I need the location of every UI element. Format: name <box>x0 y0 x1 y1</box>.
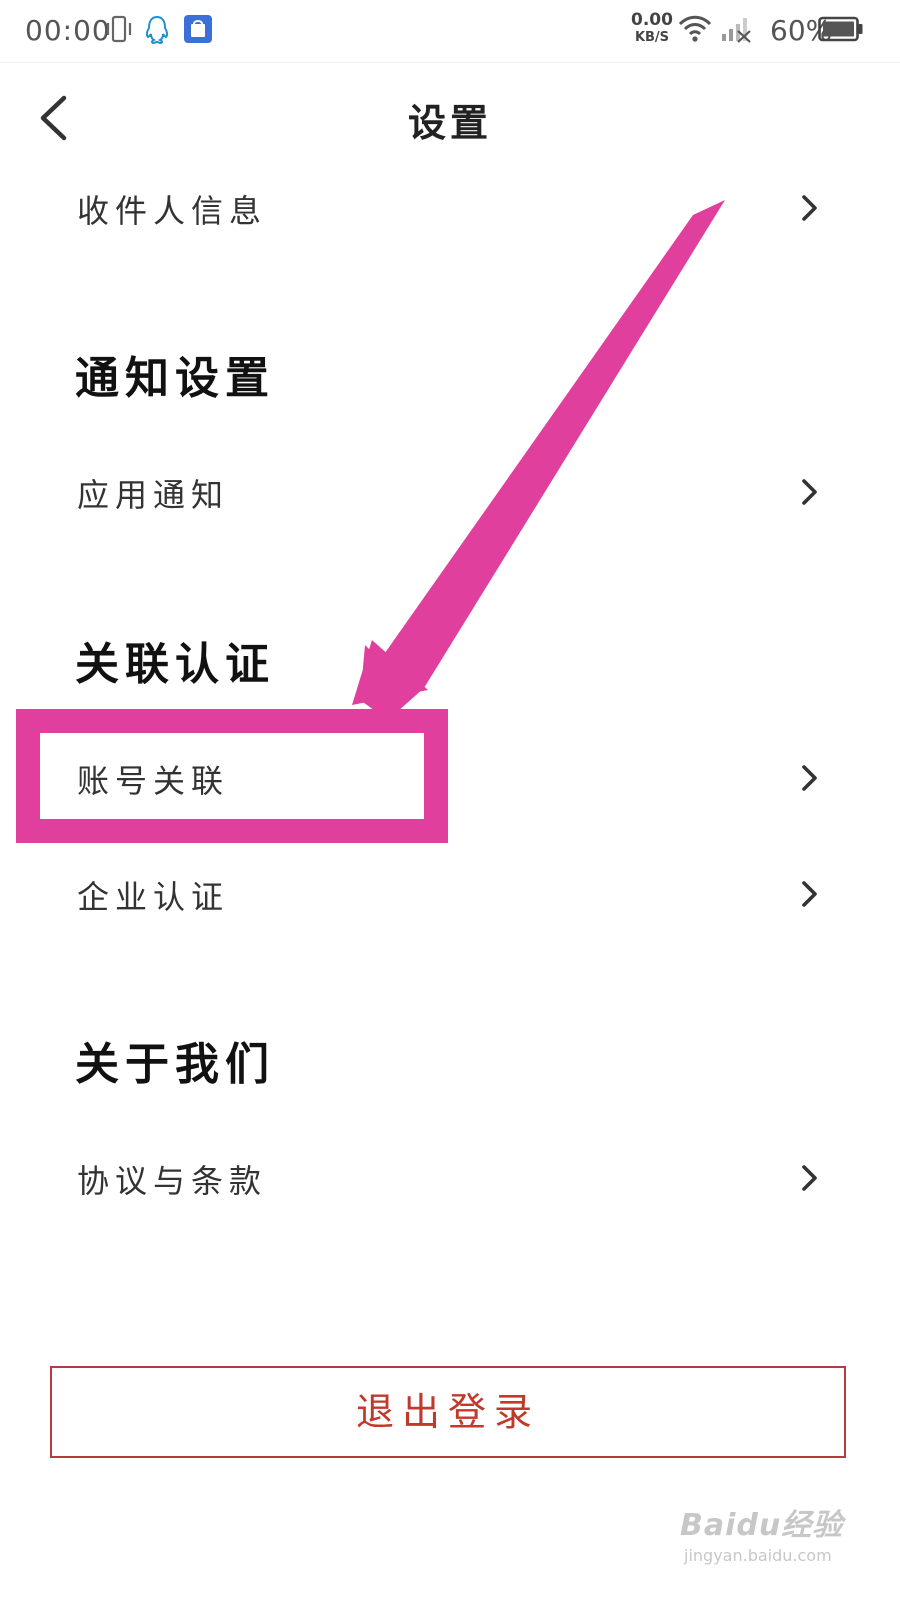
chevron-right-icon <box>802 881 817 907</box>
qq-icon <box>142 14 172 50</box>
page-title: 设置 <box>407 101 492 145</box>
net-speed-unit: KB/S <box>634 30 670 45</box>
watermark-url: jingyan.baidu.com <box>684 1546 832 1565</box>
shopping-bag-icon <box>183 14 213 48</box>
row-label: 账号关联 <box>77 762 230 800</box>
chevron-right-icon <box>802 479 817 505</box>
chevron-right-icon <box>802 765 817 791</box>
vibrate-icon <box>105 14 133 48</box>
wifi-icon <box>678 14 712 48</box>
header: 设置 <box>0 62 900 172</box>
watermark: Baidu经验 jingyan.baidu.com <box>680 1500 870 1580</box>
row-label: 企业认证 <box>77 878 230 916</box>
row-receiver-info[interactable]: 收件人信息 <box>0 172 900 242</box>
status-bar: 00:00 0.00 KB/S 60% <box>0 0 900 63</box>
section-title-about: 关于我们 <box>75 1039 275 1090</box>
chevron-right-icon <box>802 195 817 221</box>
battery-icon <box>818 16 864 46</box>
chevron-right-icon <box>802 1165 817 1191</box>
status-time: 00:00 <box>25 14 111 47</box>
watermark-brand: Baidu经验 <box>680 1508 844 1543</box>
row-label: 应用通知 <box>77 476 230 514</box>
row-account-link[interactable]: 账号关联 <box>0 742 900 812</box>
row-terms[interactable]: 协议与条款 <box>0 1142 900 1212</box>
row-label: 协议与条款 <box>77 1162 268 1200</box>
net-speed: 0.00 KB/S <box>630 10 674 45</box>
signal-off-icon <box>720 14 752 48</box>
section-title-notification: 通知设置 <box>75 353 275 404</box>
logout-button[interactable]: 退出登录 <box>50 1366 846 1458</box>
row-label: 收件人信息 <box>77 192 268 230</box>
section-title-linked-auth: 关联认证 <box>75 639 275 690</box>
net-speed-value: 0.00 <box>631 10 673 30</box>
row-enterprise-auth[interactable]: 企业认证 <box>0 858 900 928</box>
row-app-notification[interactable]: 应用通知 <box>0 456 900 526</box>
